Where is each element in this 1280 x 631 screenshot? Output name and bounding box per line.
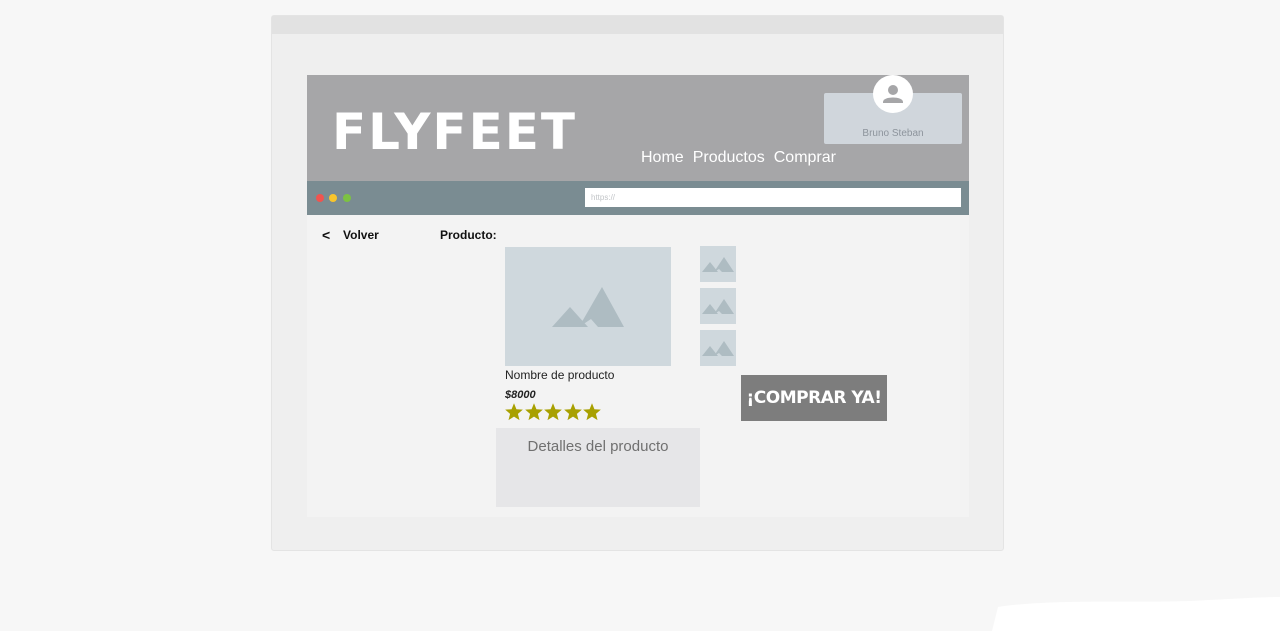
nav-productos[interactable]: Productos [693,148,765,168]
nav-home[interactable]: Home [641,148,684,168]
user-icon [883,85,903,103]
product-thumbnail[interactable] [700,288,736,324]
star-icon [544,403,562,421]
product-thumbnail[interactable] [700,330,736,366]
url-input[interactable] [585,188,961,207]
star-icon [524,403,543,421]
star-icon [505,403,523,421]
product-thumbnail[interactable] [700,246,736,282]
image-placeholder-icon [702,341,734,356]
avatar[interactable] [873,75,913,113]
rating-stars [504,402,602,422]
decorative-brush-stroke [992,597,1280,631]
product-details-label: Detalles del producto [527,438,669,455]
main-nav: Home Productos Comprar [641,148,836,168]
app-canvas: FLYFEET Bruno Steban Home Productos Comp… [307,75,969,517]
frame-topbar [272,16,1003,34]
product-price: $8000 [505,389,536,401]
nav-comprar[interactable]: Comprar [774,148,836,168]
buy-now-button[interactable]: ¡COMPRAR YA! [741,375,887,421]
site-logo[interactable]: FLYFEET [332,103,577,161]
browser-bar [307,181,969,215]
site-header: FLYFEET Bruno Steban Home Productos Comp… [307,75,969,181]
back-arrow-icon: < [322,227,331,243]
image-placeholder-icon [702,257,734,272]
product-main-image[interactable] [505,247,671,366]
product-details-box: Detalles del producto [496,428,700,507]
window-minimize-dot[interactable] [329,194,337,202]
window-maximize-dot[interactable] [343,194,351,202]
star-icon [563,403,582,421]
image-placeholder-icon [552,287,624,327]
product-name: Nombre de producto [505,368,615,382]
image-placeholder-icon [702,299,734,314]
window-close-dot[interactable] [316,194,324,202]
page: FLYFEET Bruno Steban Home Productos Comp… [0,0,1280,631]
back-label: Volver [343,228,379,242]
back-button[interactable]: < Volver [322,227,379,243]
user-name: Bruno Steban [862,128,924,139]
product-heading: Producto: [440,228,497,242]
star-icon [583,403,601,421]
